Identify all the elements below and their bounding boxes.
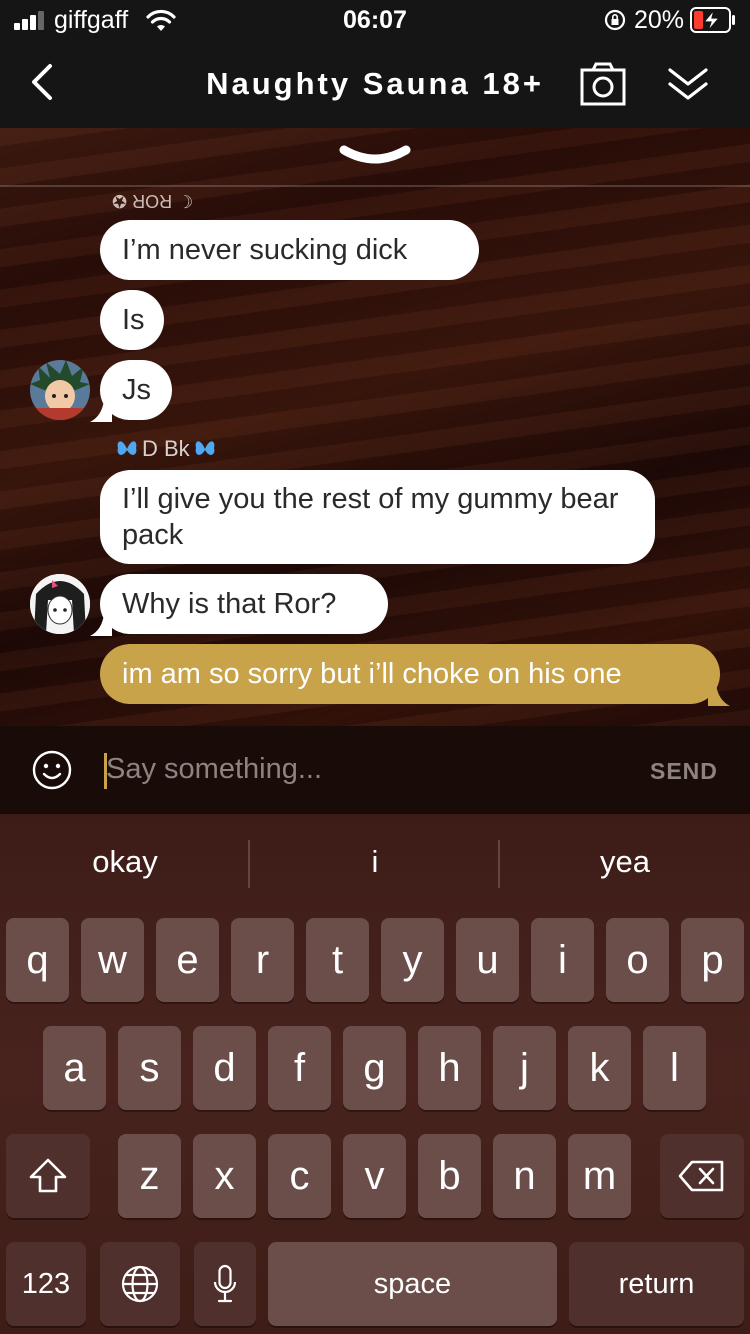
message-bubble[interactable]: Js xyxy=(90,360,172,422)
send-button[interactable]: SEND xyxy=(650,758,718,785)
keyboard: okay i yea q w e r t y u i o p a s d f g… xyxy=(0,814,750,1334)
collapse-icon[interactable] xyxy=(666,64,710,104)
key[interactable]: b xyxy=(418,1134,481,1218)
sender-name-text: D Bk xyxy=(142,436,190,461)
chat-area[interactable]: ☾ ROR ✪ I’m never sucking dick Is Js D B… xyxy=(0,128,750,726)
globe-key[interactable] xyxy=(100,1242,180,1326)
message-bubble[interactable]: I’m never sucking dick xyxy=(100,220,479,280)
emoji-icon[interactable] xyxy=(32,750,72,790)
suggestion-bar: okay i yea xyxy=(0,814,750,914)
key[interactable]: p xyxy=(681,918,744,1002)
message-bubble[interactable]: I’ll give you the rest of my gummy bear … xyxy=(100,470,655,564)
message-text: Is xyxy=(122,304,145,336)
orientation-lock-icon xyxy=(604,9,626,31)
chevron-down-icon[interactable] xyxy=(338,142,412,172)
camera-icon[interactable] xyxy=(580,62,626,106)
bubble-tail xyxy=(90,400,112,422)
key[interactable]: z xyxy=(118,1134,181,1218)
suggestion[interactable]: okay xyxy=(0,844,250,880)
key[interactable]: a xyxy=(43,1026,106,1110)
key[interactable]: r xyxy=(231,918,294,1002)
key[interactable]: o xyxy=(606,918,669,1002)
key[interactable]: t xyxy=(306,918,369,1002)
butterfly-icon xyxy=(195,441,215,455)
key[interactable]: v xyxy=(343,1134,406,1218)
butterfly-icon xyxy=(117,441,137,455)
backspace-key[interactable] xyxy=(660,1134,744,1218)
key[interactable]: e xyxy=(156,918,219,1002)
sender-name: D Bk xyxy=(116,436,216,462)
avatar[interactable] xyxy=(30,574,90,634)
message-text: I’ll give you the rest of my gummy bear … xyxy=(122,483,619,551)
key[interactable]: m xyxy=(568,1134,631,1218)
globe-icon xyxy=(121,1265,159,1303)
key[interactable]: i xyxy=(531,918,594,1002)
backspace-icon xyxy=(678,1160,724,1192)
key[interactable]: w xyxy=(81,918,144,1002)
key[interactable]: h xyxy=(418,1026,481,1110)
message-input-bar: Say something... SEND xyxy=(0,726,750,814)
space-key[interactable]: space xyxy=(268,1242,557,1326)
key[interactable]: l xyxy=(643,1026,706,1110)
suggestion[interactable]: yea xyxy=(500,844,750,880)
battery-percent: 20% xyxy=(634,6,685,34)
message-bubble[interactable]: Is xyxy=(100,290,164,350)
shift-icon xyxy=(29,1158,67,1193)
numbers-key[interactable]: 123 xyxy=(6,1242,86,1326)
key[interactable]: k xyxy=(568,1026,631,1110)
avatar[interactable] xyxy=(30,360,90,420)
chat-title[interactable]: Naughty Sauna 18+ xyxy=(160,66,590,102)
divider xyxy=(0,185,750,187)
message-text: Why is that Ror? xyxy=(122,588,337,620)
key[interactable]: y xyxy=(381,918,444,1002)
back-icon[interactable] xyxy=(28,62,56,102)
key[interactable]: u xyxy=(456,918,519,1002)
message-text: I’m never sucking dick xyxy=(122,234,408,266)
key[interactable]: f xyxy=(268,1026,331,1110)
key[interactable]: j xyxy=(493,1026,556,1110)
bubble-tail xyxy=(90,614,112,636)
key[interactable]: c xyxy=(268,1134,331,1218)
key[interactable]: n xyxy=(493,1134,556,1218)
key[interactable]: q xyxy=(6,918,69,1002)
return-key[interactable]: return xyxy=(569,1242,744,1326)
my-message-bubble[interactable]: im am so sorry but i’ll choke on his one xyxy=(100,644,730,706)
key[interactable]: g xyxy=(343,1026,406,1110)
key[interactable]: s xyxy=(118,1026,181,1110)
top-bar: giffgaff 06:07 20% Naughty Sauna 18+ xyxy=(0,0,750,128)
shift-key[interactable] xyxy=(6,1134,90,1218)
battery-charging-icon xyxy=(690,7,735,33)
suggestion[interactable]: i xyxy=(250,844,500,880)
dictation-key[interactable] xyxy=(194,1242,256,1326)
message-text: Js xyxy=(122,374,151,406)
message-input[interactable]: Say something... xyxy=(106,753,322,786)
microphone-icon xyxy=(213,1264,237,1303)
message-bubble[interactable]: Why is that Ror? xyxy=(90,574,388,636)
status-bar: giffgaff 06:07 20% xyxy=(0,0,750,44)
key[interactable]: d xyxy=(193,1026,256,1110)
bubble-tail xyxy=(708,684,730,706)
key[interactable]: x xyxy=(193,1134,256,1218)
sender-name: ☾ ROR ✪ xyxy=(112,191,194,211)
message-text: im am so sorry but i’ll choke on his one xyxy=(122,658,622,690)
